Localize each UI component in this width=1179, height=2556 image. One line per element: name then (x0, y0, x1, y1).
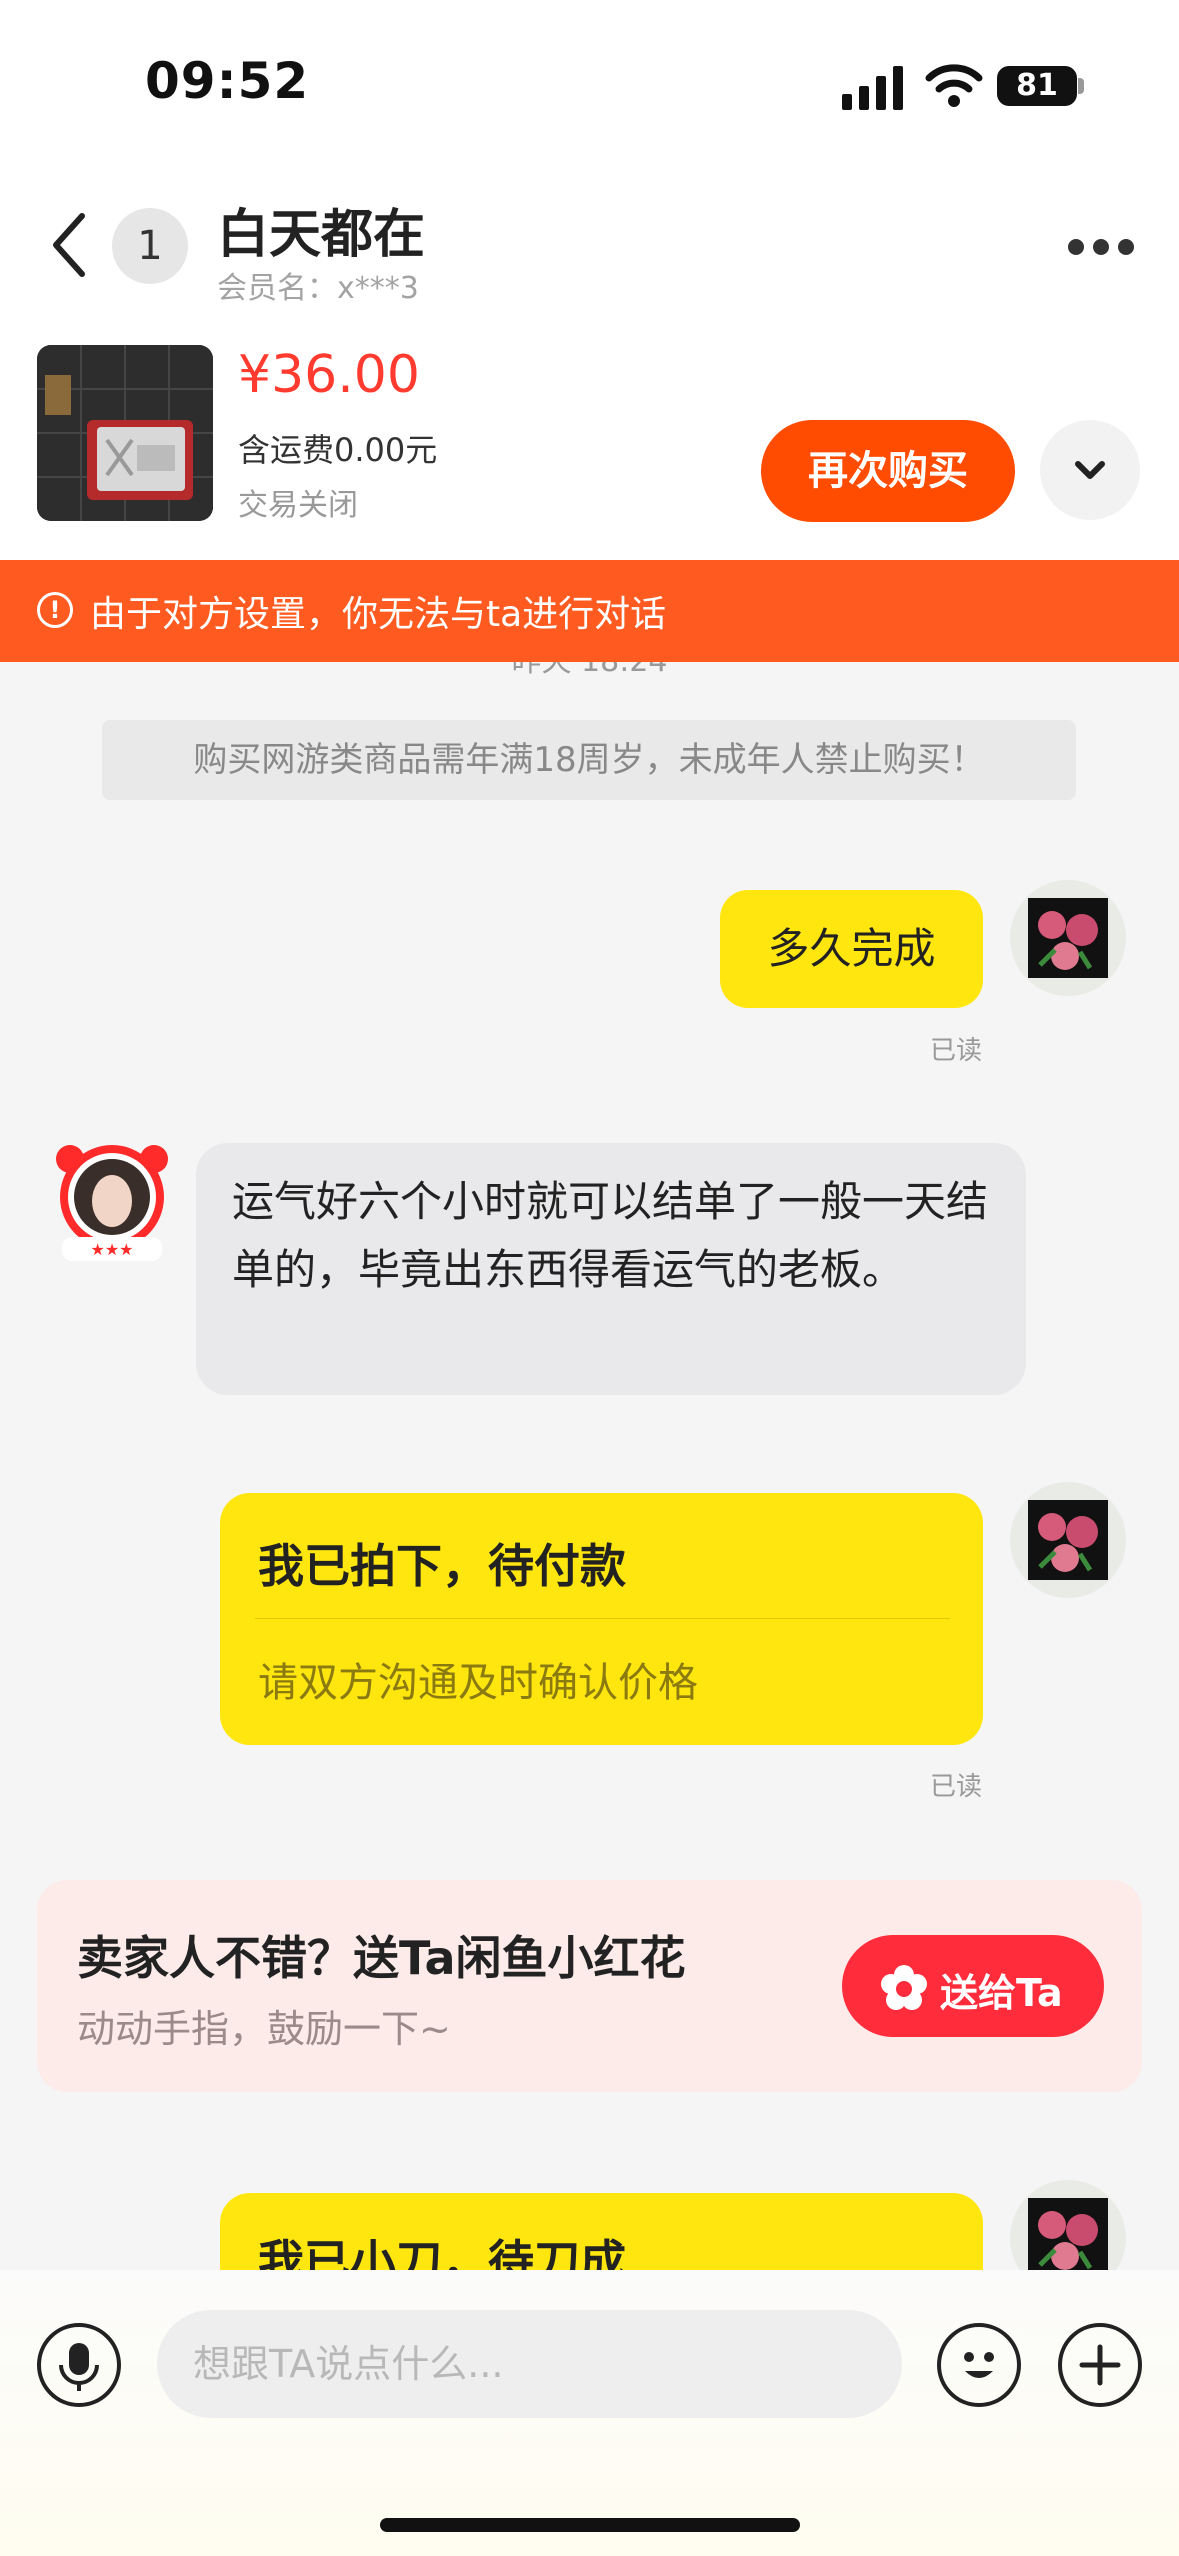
order-card-title: 我已拍下，待付款 (258, 1539, 626, 1593)
wifi-icon (925, 64, 983, 107)
notice-text: 由于对方设置，你无法与ta进行对话 (90, 594, 667, 635)
flower-icon (881, 1965, 927, 2010)
message-bubble-outgoing[interactable]: 多久完成 (720, 890, 983, 1008)
member-name: 会员名：x***3 (217, 271, 419, 306)
send-flower-label: 送给Ta (940, 1971, 1063, 2015)
home-indicator[interactable] (380, 2518, 800, 2532)
back-icon[interactable] (50, 212, 90, 278)
mic-icon[interactable] (37, 2323, 121, 2407)
rebuy-button[interactable]: 再次购买 (761, 420, 1015, 522)
divider (255, 1618, 950, 1619)
flower-card-title: 卖家人不错？送Ta闲鱼小红花 (77, 1931, 686, 1985)
expand-button[interactable] (1040, 420, 1140, 520)
more-icon[interactable] (1068, 239, 1134, 255)
plus-icon[interactable] (1058, 2323, 1142, 2407)
emoji-icon[interactable] (937, 2323, 1021, 2407)
chat-title: 白天都在 (217, 205, 426, 265)
svg-text:★★★: ★★★ (90, 1240, 133, 1259)
unread-count-badge[interactable]: 1 (112, 208, 188, 284)
product-price: ¥36.00 (238, 345, 420, 405)
my-avatar[interactable] (1010, 1482, 1126, 1598)
battery-tip (1078, 78, 1084, 94)
product-thumbnail[interactable] (37, 345, 213, 521)
message-input[interactable]: 想跟TA说点什么... (157, 2310, 902, 2418)
order-card-subtitle: 请双方沟通及时确认价格 (258, 1660, 698, 1706)
shipping-fee: 含运费0.00元 (238, 431, 438, 469)
seller-avatar[interactable]: ★★★ (48, 1137, 176, 1265)
warning-icon: ! (37, 592, 73, 628)
battery-indicator: 81 (997, 66, 1077, 106)
chevron-down-icon (1075, 461, 1105, 479)
my-avatar[interactable] (1010, 880, 1126, 996)
status-time: 09:52 (145, 52, 310, 110)
flower-card-subtitle: 动动手指，鼓励一下~ (77, 2007, 451, 2051)
order-status: 交易关闭 (238, 488, 358, 523)
read-receipt: 已读 (930, 1036, 983, 1066)
incoming-message-text: 运气好六个小时就可以结单了一般一天结单的，毕竟出东西得看运气的老板。 (232, 1177, 989, 1294)
read-receipt: 已读 (930, 1772, 983, 1802)
cellular-signal-icon (842, 66, 903, 110)
age-warning-banner: 购买网游类商品需年满18周岁，未成年人禁止购买！ (102, 720, 1076, 800)
